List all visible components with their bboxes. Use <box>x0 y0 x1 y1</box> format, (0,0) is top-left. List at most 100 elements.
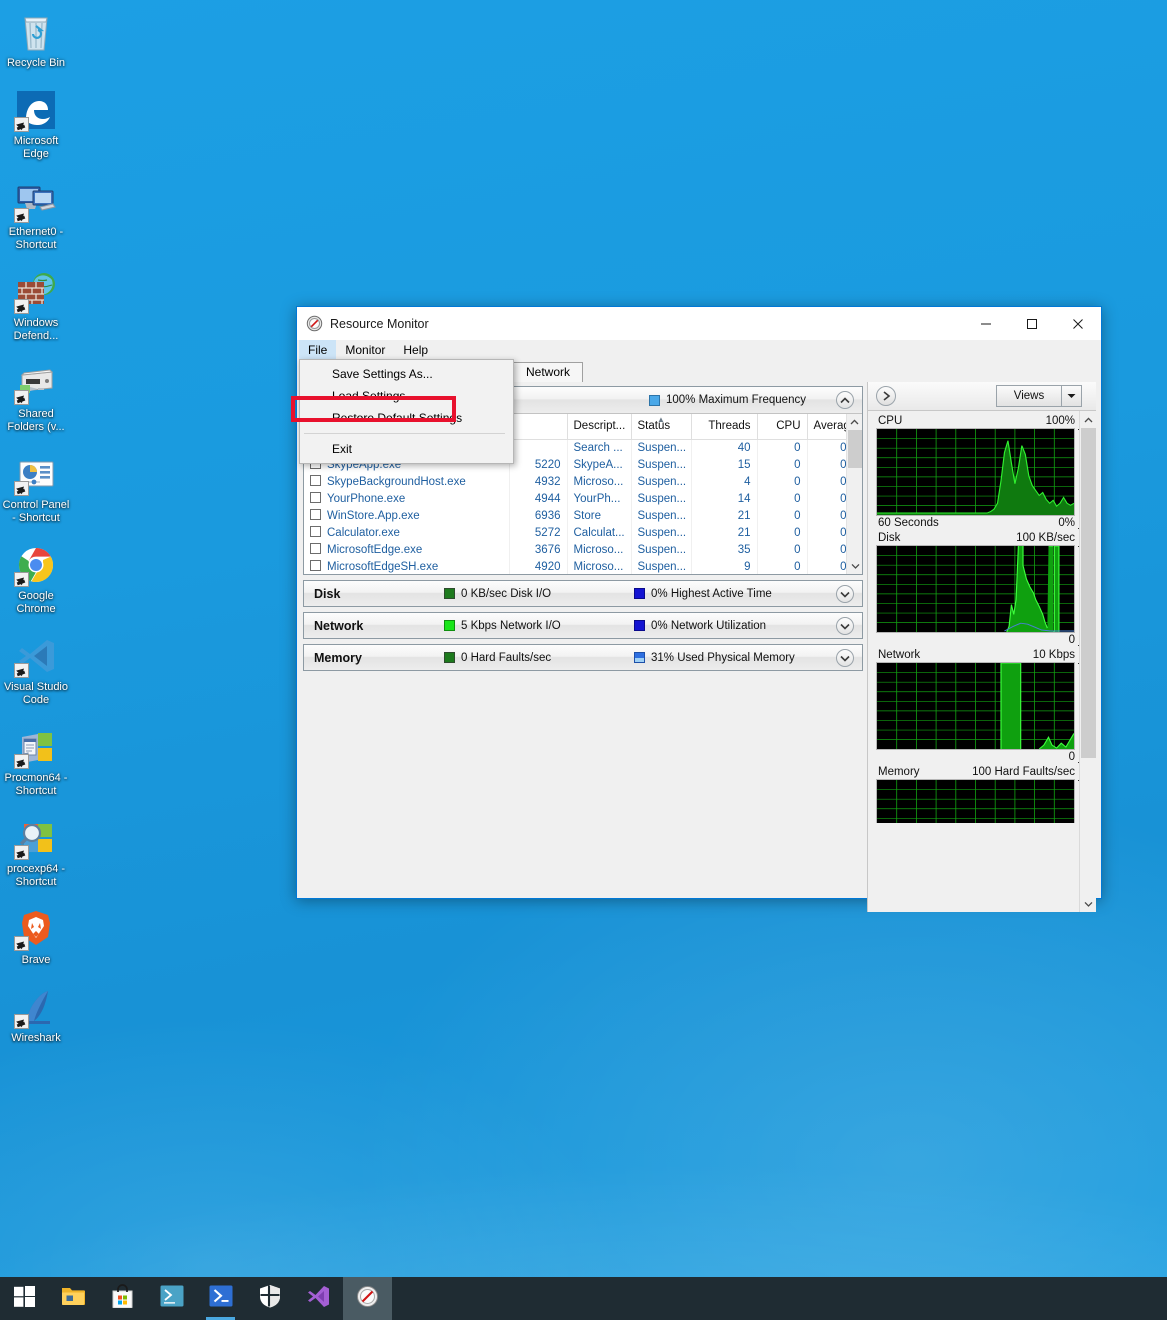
table-row[interactable]: Calculator.exe 5272 Calculat... Suspen..… <box>304 524 862 541</box>
cell-status: Suspen... <box>631 541 692 558</box>
graph-scrollbar-thumb[interactable] <box>1081 428 1096 758</box>
cell-status: Suspen... <box>631 439 692 456</box>
taskbar-microsoft-store[interactable] <box>98 1277 147 1320</box>
col-status[interactable]: ▲ Status <box>631 414 692 440</box>
cell-pid: 4920 <box>509 558 568 574</box>
firewall-icon <box>14 270 58 314</box>
disk-io-stat: 0 KB/sec Disk I/O <box>444 588 634 600</box>
menu-help[interactable]: Help <box>394 340 437 361</box>
window-title-bar[interactable]: Resource Monitor <box>297 307 1101 340</box>
desktop-icon-microsoft-edge[interactable]: Microsoft Edge <box>0 82 72 165</box>
desktop-icon-windows-defender[interactable]: Windows Defend... <box>0 264 72 347</box>
maximize-button[interactable] <box>1009 307 1055 340</box>
desktop-icon-visual-studio-code[interactable]: Visual Studio Code <box>0 628 72 711</box>
process-list-scrollbar[interactable] <box>846 414 862 574</box>
resource-monitor-window[interactable]: Resource Monitor File Monitor Help Netwo… <box>291 306 1102 912</box>
row-checkbox[interactable] <box>310 475 321 486</box>
cell-status: Suspen... <box>631 473 692 490</box>
desktop-icon-label: Shared Folders (v... <box>7 408 65 433</box>
cell-cpu: 0 <box>757 507 808 524</box>
menu-item-exit[interactable]: Exit <box>300 438 513 460</box>
disk-io-text: 0 KB/sec Disk I/O <box>461 587 552 600</box>
memory-section-header[interactable]: Memory 0 Hard Faults/sec 31% Used Physic… <box>303 644 863 671</box>
menu-item-save-settings-as[interactable]: Save Settings As... <box>300 363 513 385</box>
cell-pid: 5220 <box>509 456 568 473</box>
taskbar-windows-security[interactable] <box>245 1277 294 1320</box>
col-threads[interactable]: Threads <box>691 414 758 440</box>
close-button[interactable] <box>1055 307 1101 340</box>
vscode-icon <box>14 634 58 678</box>
graph-scroll-up-arrow-icon[interactable] <box>1080 411 1096 428</box>
chevron-down-icon[interactable] <box>1061 386 1081 406</box>
scrollbar-thumb[interactable] <box>848 430 862 468</box>
graph-scroll-down-arrow-icon[interactable] <box>1080 895 1096 912</box>
disk-expand-toggle[interactable] <box>836 585 854 603</box>
desktop-icon-google-chrome[interactable]: Google Chrome <box>0 537 72 620</box>
taskbar[interactable] <box>0 1277 1167 1320</box>
desktop-icon-label: Brave <box>21 954 51 966</box>
row-checkbox[interactable] <box>310 560 321 571</box>
shortcut-overlay-icon <box>14 936 29 951</box>
taskbar-visual-studio[interactable] <box>294 1277 343 1320</box>
menu-bar[interactable]: File Monitor Help <box>297 340 1101 361</box>
desktop-icon-ethernet0-shortcut[interactable]: Ethernet0 - Shortcut <box>0 173 72 256</box>
cell-cpu: 0 <box>757 439 808 456</box>
table-row[interactable]: WinStore.App.exe 6936 Store Suspen... 21… <box>304 507 862 524</box>
row-checkbox[interactable] <box>310 526 321 537</box>
network-section-header[interactable]: Network 5 Kbps Network I/O 0% Network Ut… <box>303 612 863 639</box>
taskbar-powershell[interactable] <box>196 1277 245 1320</box>
memory-expand-toggle[interactable] <box>836 649 854 667</box>
row-checkbox[interactable] <box>310 509 321 520</box>
file-dropdown-menu[interactable]: Save Settings As... Load Settings... Res… <box>291 359 514 464</box>
desktop-icon-wireshark[interactable]: Wireshark <box>0 979 72 1049</box>
windows-logo-icon <box>14 1285 35 1312</box>
network-expand-toggle[interactable] <box>836 617 854 635</box>
table-row[interactable]: MicrosoftEdgeSH.exe 4920 Microso... Susp… <box>304 558 862 574</box>
desktop-icon-procmon64-shortcut[interactable]: Procmon64 - Shortcut <box>0 719 72 802</box>
desktop-icon-brave[interactable]: Brave <box>0 901 72 971</box>
table-row[interactable]: MicrosoftEdge.exe 3676 Microso... Suspen… <box>304 541 862 558</box>
row-checkbox[interactable] <box>310 492 321 503</box>
scroll-up-arrow-icon[interactable] <box>847 414 862 430</box>
menu-item-restore-default-settings[interactable]: Restore Default Settings <box>300 407 513 429</box>
menu-item-load-settings[interactable]: Load Settings... <box>300 385 513 407</box>
network-graph-bottom-labels: 0 <box>876 750 1091 764</box>
desktop-icon-column: Recycle Bin Microsoft Edge Ethernet0 - S… <box>0 0 72 1057</box>
disk-section-header[interactable]: Disk 0 KB/sec Disk I/O 0% Highest Active… <box>303 580 863 607</box>
cell-threads: 9 <box>691 558 758 574</box>
col-pid[interactable]: PID <box>509 414 568 440</box>
cell-pid: 4932 <box>509 473 568 490</box>
minimize-button[interactable] <box>963 307 1009 340</box>
table-row[interactable]: SkypeBackgroundHost.exe 4932 Microso... … <box>304 473 862 490</box>
network-io-stat: 5 Kbps Network I/O <box>444 620 634 632</box>
memory-used-text: 31% Used Physical Memory <box>651 651 795 664</box>
taskbar-file-explorer[interactable] <box>49 1277 98 1320</box>
menu-file[interactable]: File <box>299 340 337 361</box>
shortcut-overlay-icon <box>14 481 29 496</box>
network-adapter-icon <box>14 179 58 223</box>
process-explorer-icon <box>14 816 58 860</box>
col-cpu[interactable]: CPU <box>757 414 808 440</box>
collapse-graph-pane-button[interactable] <box>876 386 896 406</box>
shortcut-overlay-icon <box>14 390 29 405</box>
taskbar-resource-monitor[interactable] <box>343 1277 392 1320</box>
taskbar-start-button[interactable] <box>0 1277 49 1320</box>
network-graph-top-labels: Network 10 Kbps <box>876 649 1091 662</box>
desktop-icon-procexp64-shortcut[interactable]: procexp64 - Shortcut <box>0 810 72 893</box>
cpu-collapse-toggle[interactable] <box>836 391 854 409</box>
cell-description: Microso... <box>567 473 632 490</box>
views-dropdown-button[interactable]: Views <box>996 385 1082 407</box>
menu-monitor[interactable]: Monitor <box>336 340 394 361</box>
scroll-down-arrow-icon[interactable] <box>847 558 862 574</box>
taskbar-windows-terminal[interactable] <box>147 1277 196 1320</box>
graph-pane-scrollbar[interactable] <box>1079 411 1096 912</box>
desktop-icon-recycle-bin[interactable]: Recycle Bin <box>0 4 72 74</box>
tab-network[interactable]: Network <box>513 362 584 382</box>
network-graph-canvas <box>876 662 1075 750</box>
row-checkbox[interactable] <box>310 543 321 554</box>
table-row[interactable]: YourPhone.exe 4944 YourPh... Suspen... 1… <box>304 490 862 507</box>
desktop-icon-control-panel-shortcut[interactable]: Control Panel - Shortcut <box>0 446 72 529</box>
cpu-graph-bottom-labels: 60 Seconds 0% <box>876 516 1091 530</box>
desktop-icon-shared-folders[interactable]: Shared Folders (v... <box>0 355 72 438</box>
col-description[interactable]: Descript... <box>567 414 632 440</box>
